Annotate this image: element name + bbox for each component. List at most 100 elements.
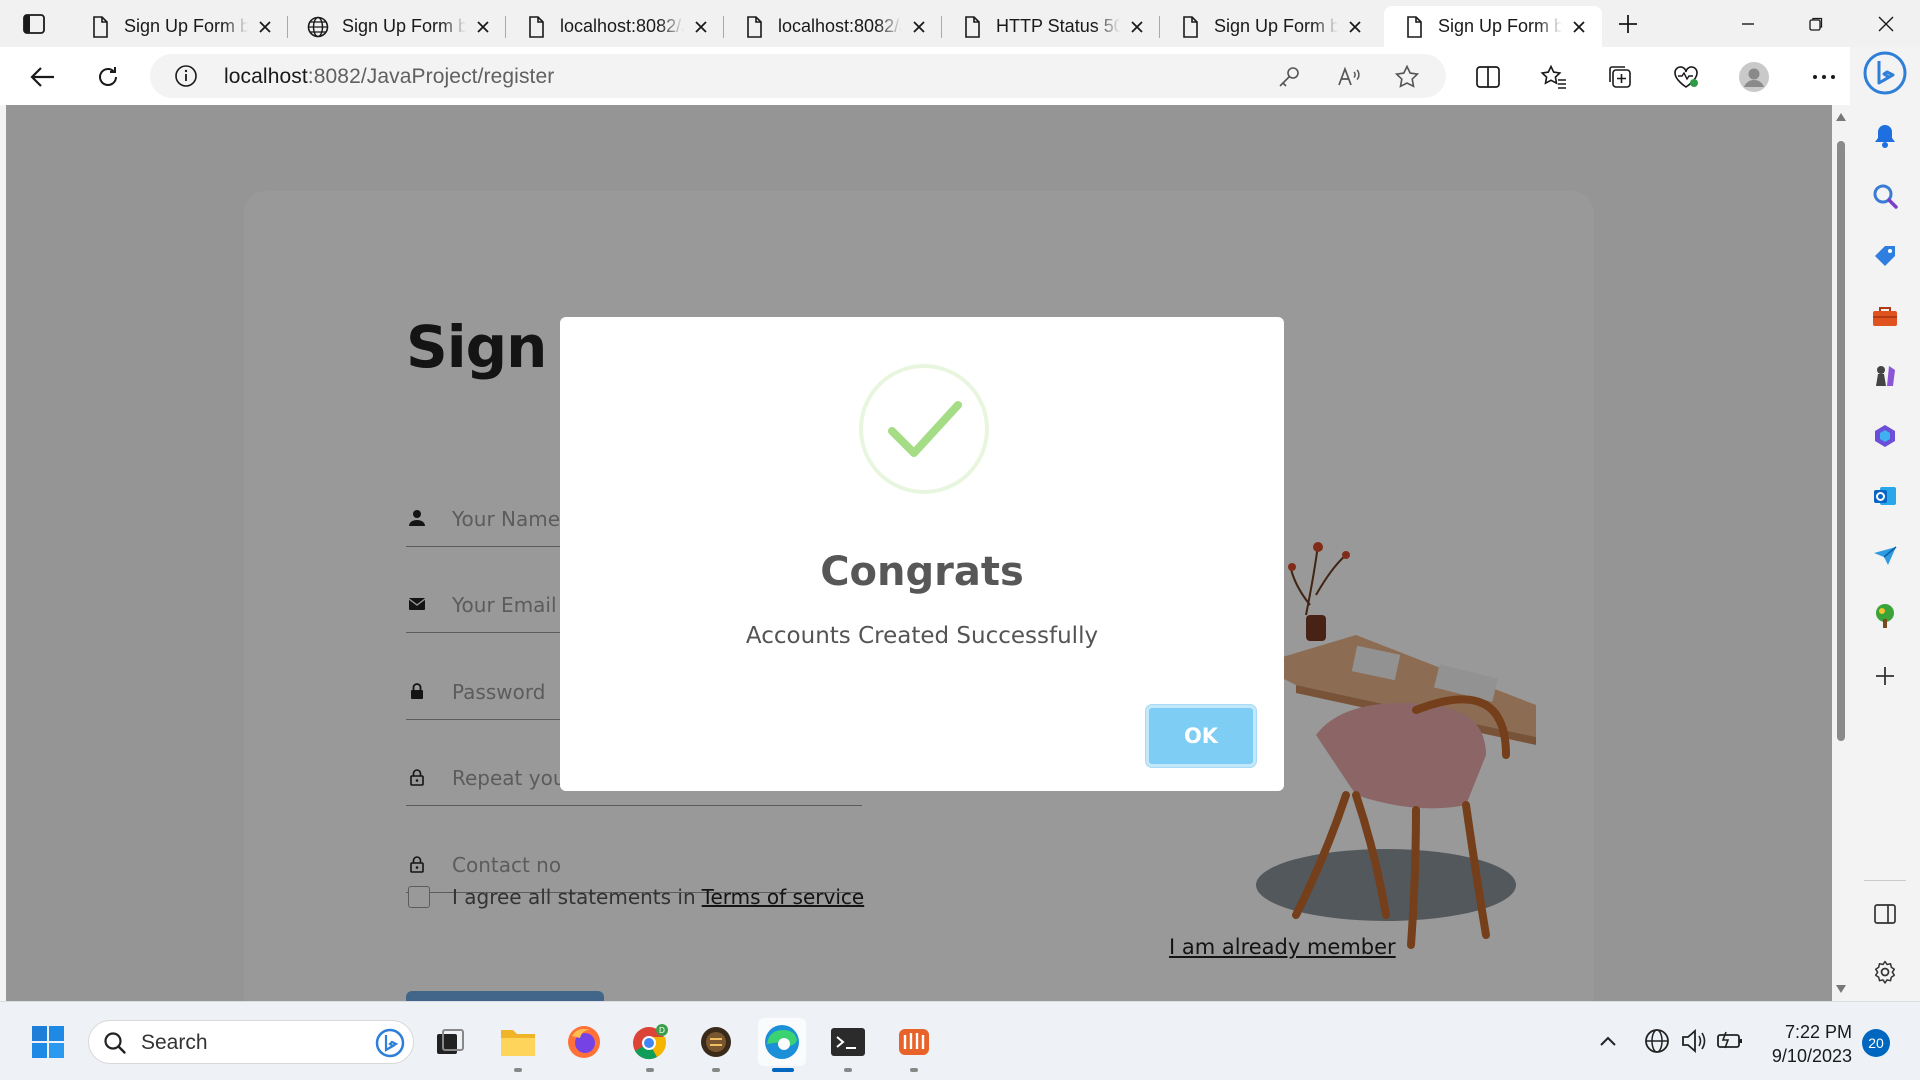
close-icon[interactable]	[254, 16, 276, 38]
terminal-app[interactable]	[824, 1018, 872, 1072]
tab-4[interactable]: HTTP Status 500 – Internal Server Error	[942, 6, 1160, 47]
search-sidebar-button[interactable]	[1868, 179, 1902, 213]
read-aloud-icon[interactable]	[1336, 64, 1362, 90]
terminal-icon	[831, 1028, 865, 1056]
sidebar-panel-icon	[1874, 904, 1896, 924]
more-dots-icon	[1813, 75, 1835, 79]
tab-title: HTTP Status 500 – Internal Server Error	[996, 16, 1120, 36]
tab-0[interactable]: Sign Up Form by Colorlib	[70, 6, 288, 47]
scrollbar-thumb[interactable]	[1837, 141, 1845, 741]
shopping-button[interactable]	[1868, 239, 1902, 273]
tab-title: Sign Up Form by Colorlib	[124, 16, 248, 36]
close-icon[interactable]	[908, 16, 930, 38]
tab-2[interactable]: localhost:8082/JavaProject/register	[506, 6, 724, 47]
minimize-button[interactable]	[1714, 0, 1782, 47]
tree-icon	[1876, 604, 1894, 628]
running-indicator	[910, 1068, 918, 1072]
games-button[interactable]	[1868, 359, 1902, 393]
tab-bar: Sign Up Form by Colorlib Sign Up Form by…	[0, 0, 1920, 47]
microsoft-365-button[interactable]	[1868, 419, 1902, 453]
drop-button[interactable]	[1868, 539, 1902, 573]
globe-icon	[307, 16, 329, 37]
file-explorer-app[interactable]	[494, 1018, 542, 1072]
browser-essentials-button[interactable]	[1668, 59, 1704, 95]
volume-icon[interactable]	[1680, 1028, 1708, 1054]
ok-button[interactable]: OK	[1146, 705, 1256, 767]
tab-actions-icon[interactable]	[16, 10, 52, 38]
clock-time: 7:22 PM	[1784, 1022, 1852, 1042]
success-dialog: Congrats Accounts Created Successfully O…	[560, 317, 1284, 791]
avatar-icon	[1739, 62, 1769, 92]
bing-chat-button[interactable]	[1863, 51, 1907, 95]
favorite-star-icon[interactable]	[1394, 64, 1420, 90]
close-window-button[interactable]	[1852, 0, 1920, 47]
notifications-button[interactable]	[1868, 119, 1902, 153]
page-icon	[93, 15, 108, 38]
tab-title: Sign Up Form by Colorlib	[342, 16, 466, 36]
favorites-button[interactable]	[1536, 59, 1572, 95]
url-path: :8082/JavaProject/register	[307, 65, 555, 88]
minimize-icon	[1742, 22, 1754, 25]
tab-title: localhost:8082/JavaProject/register	[560, 16, 684, 36]
new-tab-button[interactable]	[1612, 10, 1644, 38]
add-sidebar-app-button[interactable]	[1868, 659, 1902, 693]
collections-button[interactable]	[1602, 59, 1638, 95]
scroll-up-icon[interactable]	[1836, 113, 1846, 121]
page-scrollbar[interactable]	[1832, 105, 1850, 1001]
start-button[interactable]	[24, 1018, 72, 1066]
tab-5[interactable]: Sign Up Form by Colorlib	[1160, 6, 1378, 47]
edge-icon	[765, 1025, 799, 1059]
split-screen-button[interactable]	[1470, 59, 1506, 95]
restore-button[interactable]	[1782, 0, 1850, 47]
back-button[interactable]	[24, 59, 60, 95]
close-icon[interactable]	[1344, 16, 1366, 38]
close-icon	[1878, 16, 1894, 31]
close-icon[interactable]	[1126, 16, 1148, 38]
task-view-button[interactable]	[426, 1018, 474, 1066]
edge-app[interactable]	[758, 1018, 806, 1072]
bell-icon	[1875, 125, 1895, 148]
reload-button[interactable]	[90, 59, 126, 95]
edge-sidebar	[1850, 47, 1920, 1001]
mysql-workbench-app[interactable]	[890, 1018, 938, 1072]
network-globe-icon[interactable]	[1644, 1028, 1670, 1054]
scroll-down-icon[interactable]	[1836, 985, 1846, 993]
chrome-app[interactable]: D	[626, 1018, 674, 1072]
running-indicator	[844, 1068, 852, 1072]
hide-sidebar-button[interactable]	[1868, 897, 1902, 931]
close-icon[interactable]	[690, 16, 712, 38]
bing-icon	[375, 1028, 405, 1058]
outlook-icon	[1874, 487, 1896, 505]
search-icon	[1873, 184, 1898, 209]
battery-icon[interactable]	[1716, 1028, 1744, 1054]
chevron-up-icon[interactable]	[1598, 1034, 1618, 1048]
sidebar-settings-button[interactable]	[1868, 955, 1902, 989]
collections-icon	[1609, 66, 1631, 88]
firefox-icon	[568, 1026, 600, 1058]
close-icon[interactable]	[1568, 16, 1590, 38]
tab-3[interactable]: localhost:8082/JavaProject/register	[724, 6, 942, 47]
firefox-app[interactable]	[560, 1018, 608, 1066]
info-icon[interactable]	[174, 64, 198, 88]
tab-6-active[interactable]: Sign Up Form by Colorlib	[1384, 6, 1602, 47]
tab-1[interactable]: Sign Up Form by Colorlib	[288, 6, 506, 47]
profile-button[interactable]	[1736, 59, 1772, 95]
toolbox-icon	[1873, 307, 1897, 326]
address-bar[interactable]: localhost:8082/JavaProject/register	[150, 54, 1446, 98]
arrow-left-icon	[30, 67, 54, 87]
system-clock[interactable]: 7:22 PM 9/10/2023	[1760, 1020, 1852, 1068]
outlook-button[interactable]	[1868, 479, 1902, 513]
taskbar-search-box[interactable]: Search	[88, 1020, 414, 1064]
tools-button[interactable]	[1868, 299, 1902, 333]
tree-button[interactable]	[1868, 599, 1902, 633]
more-menu-button[interactable]	[1806, 59, 1842, 95]
url-text[interactable]: localhost:8082/JavaProject/register	[224, 65, 554, 89]
dialog-title: Congrats	[820, 549, 1024, 595]
key-icon[interactable]	[1276, 64, 1302, 90]
close-icon[interactable]	[472, 16, 494, 38]
page-icon	[529, 15, 544, 38]
notification-badge[interactable]: 20	[1862, 1029, 1890, 1057]
restore-icon	[1809, 17, 1823, 31]
plus-icon	[1876, 667, 1894, 685]
eclipse-app[interactable]	[692, 1018, 740, 1072]
